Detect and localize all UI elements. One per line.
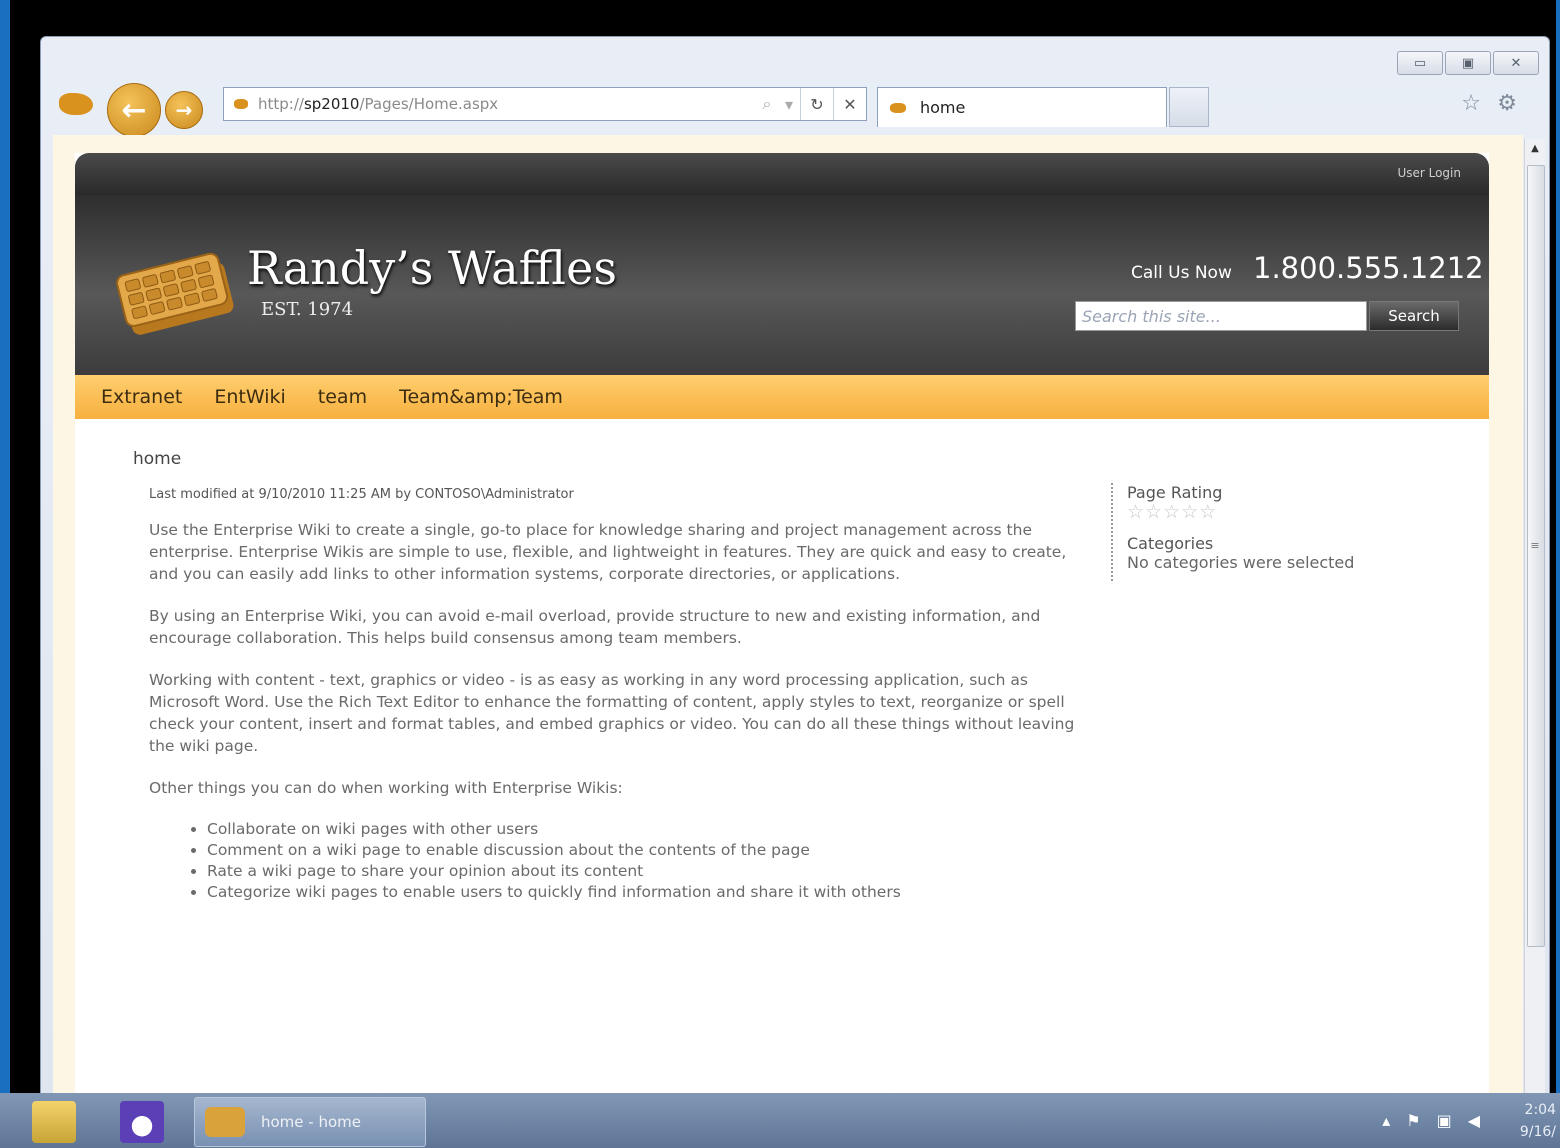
stop-button[interactable]: ✕ — [833, 88, 866, 120]
back-button[interactable]: ← — [107, 83, 161, 137]
page-sidebar: Page Rating ☆☆☆☆☆ Categories No categori… — [1111, 483, 1354, 581]
arrow-left-icon: ← — [121, 92, 147, 128]
window-controls: ▭ ▣ ✕ — [1397, 51, 1539, 75]
site-search-button[interactable]: Search — [1369, 301, 1459, 331]
site-topbar: User Login — [75, 153, 1489, 195]
clock[interactable]: 2:04 9/16/ — [1520, 1099, 1556, 1143]
tab-label: home — [920, 98, 966, 117]
minimize-button[interactable]: ▭ — [1397, 51, 1443, 75]
paragraph: Other things you can do when working wit… — [149, 779, 623, 797]
waffle-logo-icon — [116, 252, 234, 335]
tab-home[interactable]: home — [877, 87, 1167, 127]
clock-date: 9/16/ — [1519, 1124, 1556, 1140]
site-frame: User Login Randy’s Waffles EST. 1974 Cal… — [75, 153, 1489, 1107]
list-item: Categorize wiki pages to enable users to… — [207, 882, 1099, 903]
page-favicon-icon — [234, 99, 248, 109]
scroll-thumb[interactable] — [1527, 165, 1545, 947]
star-icon[interactable]: ☆ — [1163, 501, 1181, 523]
star-icon[interactable]: ☆ — [1199, 501, 1217, 523]
tray-arrow-icon[interactable]: ▴ — [1382, 1111, 1390, 1130]
taskbar: home - home ▴ ⚑ ▣ ◀ 2:04 9/16/ — [0, 1093, 1560, 1148]
nav-item-extranet[interactable]: Extranet — [101, 386, 182, 408]
star-icon[interactable]: ☆ — [1127, 501, 1145, 523]
site-search-input[interactable] — [1075, 301, 1367, 331]
waffle-app-icon — [205, 1107, 245, 1137]
favorites-star-icon[interactable]: ☆ — [1461, 91, 1481, 116]
star-icon[interactable]: ☆ — [1145, 501, 1163, 523]
taskbar-item-browser[interactable]: home - home — [194, 1097, 426, 1147]
site-header: Randy’s Waffles EST. 1974 Call Us Now 1.… — [75, 195, 1489, 375]
speedometer-icon[interactable] — [120, 1101, 164, 1143]
nav-item-team-and-team[interactable]: Team&amp;Team — [399, 386, 563, 408]
wiki-body: Use the Enterprise Wiki to create a sing… — [149, 519, 1099, 903]
taskbar-item-label: home - home — [261, 1113, 361, 1131]
nav-item-team[interactable]: team — [318, 386, 367, 408]
flag-icon[interactable]: ⚑ — [1406, 1111, 1420, 1130]
page-viewport: User Login Randy’s Waffles EST. 1974 Cal… — [53, 135, 1523, 1107]
site-brand-est: EST. 1974 — [261, 299, 354, 320]
address-bar[interactable]: http://sp2010/Pages/Home.aspx ⌕ ▾ ↻ ✕ — [223, 87, 867, 121]
arrow-right-icon: → — [175, 98, 193, 122]
browser-logo-icon — [59, 93, 93, 115]
address-dropdown-icon[interactable]: ▾ — [778, 88, 800, 120]
explorer-folder-icon[interactable] — [32, 1101, 76, 1143]
feature-list: Collaborate on wiki pages with other use… — [149, 819, 1099, 903]
list-item: Rate a wiki page to share your opinion a… — [207, 861, 1099, 882]
list-item: Collaborate on wiki pages with other use… — [207, 819, 1099, 840]
network-icon[interactable]: ▣ — [1437, 1111, 1452, 1130]
tab-favicon-icon — [890, 102, 906, 113]
clock-time: 2:04 — [1524, 1102, 1556, 1118]
phone-number: 1.800.555.1212 — [1253, 251, 1484, 285]
browser-window: ▭ ▣ ✕ ← → http://sp2010/Pages/Home.aspx … — [40, 36, 1550, 1108]
list-item: Comment on a wiki page to enable discuss… — [207, 840, 1099, 861]
close-window-button[interactable]: ✕ — [1493, 51, 1539, 75]
star-icon[interactable]: ☆ — [1181, 501, 1199, 523]
vertical-scrollbar[interactable]: ▲ ≡ — [1524, 139, 1545, 1107]
new-tab-button[interactable] — [1169, 87, 1209, 127]
paragraph: Use the Enterprise Wiki to create a sing… — [149, 521, 1067, 583]
site-nav: Extranet EntWiki team Team&amp;Team — [75, 375, 1489, 419]
address-url[interactable]: http://sp2010/Pages/Home.aspx — [258, 95, 756, 113]
system-tray: ▴ ⚑ ▣ ◀ — [1382, 1111, 1480, 1130]
page-rating-heading: Page Rating — [1127, 483, 1223, 502]
forward-button[interactable]: → — [165, 91, 203, 129]
rating-stars[interactable]: ☆☆☆☆☆ — [1127, 502, 1354, 522]
nav-item-entwiki[interactable]: EntWiki — [214, 386, 285, 408]
last-modified-text: Last modified at 9/10/2010 11:25 AM by C… — [149, 487, 574, 502]
volume-muted-icon[interactable]: ◀ — [1468, 1111, 1480, 1130]
tools-gear-icon[interactable]: ⚙ — [1497, 91, 1517, 116]
desktop-edge-right — [1556, 0, 1560, 1148]
paragraph: Working with content - text, graphics or… — [149, 671, 1075, 755]
categories-heading: Categories — [1127, 534, 1214, 553]
close-icon: ✕ — [843, 94, 857, 114]
categories-value: No categories were selected — [1127, 553, 1355, 572]
call-us-label: Call Us Now — [1131, 263, 1232, 283]
browser-toolbar: ← → http://sp2010/Pages/Home.aspx ⌕ ▾ ↻ … — [59, 83, 1529, 137]
maximize-button[interactable]: ▣ — [1445, 51, 1491, 75]
paragraph: By using an Enterprise Wiki, you can avo… — [149, 607, 1041, 647]
scroll-grip-icon: ≡ — [1530, 539, 1540, 552]
scroll-up-icon[interactable]: ▲ — [1525, 143, 1545, 154]
refresh-icon: ↻ — [810, 94, 824, 114]
user-login-link[interactable]: User Login — [1397, 166, 1461, 180]
page-title: home — [133, 449, 182, 469]
address-search-icon[interactable]: ⌕ — [756, 88, 778, 120]
refresh-button[interactable]: ↻ — [800, 88, 833, 120]
desktop-edge-left — [0, 0, 10, 1148]
site-brand-name: Randy’s Waffles — [247, 241, 617, 295]
